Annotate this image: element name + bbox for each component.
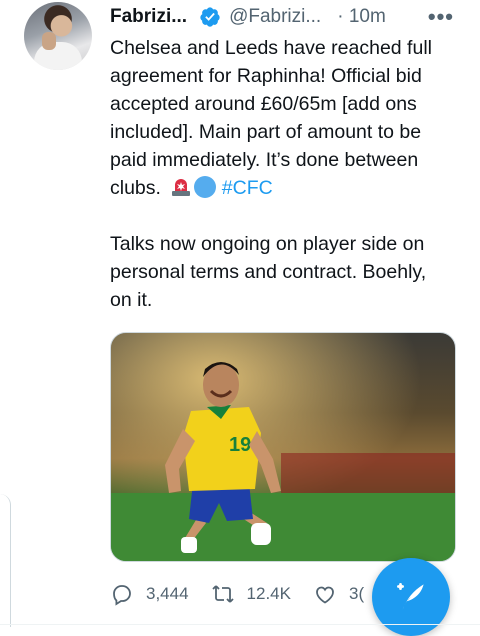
tweet-text-line: clubs. [110, 177, 161, 199]
heart-icon [316, 586, 334, 604]
tweet-text-line: personal terms and contract. Boehly, [110, 261, 427, 283]
tweet-text: Chelsea and Leeds have reached full agre… [110, 34, 460, 314]
reply-count: 3,444 [146, 584, 189, 603]
jersey-number: 19 [229, 434, 251, 456]
compose-tweet-icon [397, 583, 424, 610]
tweet-text-line: accepted around £60/65m [add ons [110, 93, 417, 115]
blue-circle-emoji-icon [194, 176, 217, 198]
like-count: 3( [348, 584, 365, 603]
like-button[interactable]: 3( [313, 582, 364, 606]
tweet-text-line: agreement for Raphinha! Official bid [110, 65, 422, 87]
tweet-text-line: included]. Main part of amount to be [110, 121, 422, 143]
siren-emoji-icon [170, 176, 192, 198]
tweet-text-line: Chelsea and Leeds have reached full [110, 37, 432, 59]
author-handle[interactable]: @Fabrizi... [229, 6, 321, 28]
tweet-header: Fabrizi... @Fabrizi... · 10m ••• [110, 4, 460, 30]
avatar[interactable] [24, 2, 92, 70]
reply-button[interactable]: 3,444 [110, 582, 189, 606]
more-icon[interactable]: ••• [428, 4, 454, 30]
tweet-text-line: paid immediately. It’s done between [110, 149, 419, 171]
avatar-shirt [34, 42, 82, 70]
retweet-icon [211, 585, 234, 603]
tweet-text-line: on it. [110, 289, 153, 311]
tweet-media-image[interactable]: 19 [110, 332, 456, 562]
hashtag-link[interactable]: #CFC [222, 177, 273, 199]
retweet-count: 12.4K [246, 584, 291, 603]
retweet-button[interactable]: 12.4K [211, 582, 291, 606]
tweet-timestamp[interactable]: · 10m [337, 6, 386, 28]
author-name[interactable]: Fabrizi... [110, 6, 187, 28]
timeline-divider [0, 624, 480, 625]
verified-badge-icon [199, 6, 221, 28]
avatar-hand [42, 32, 56, 50]
reply-icon [113, 585, 131, 606]
tweet-text-line: Talks now ongoing on player side on [110, 233, 425, 255]
adjacent-panel-edge [0, 494, 11, 627]
player-illustration: 19 [111, 333, 455, 561]
